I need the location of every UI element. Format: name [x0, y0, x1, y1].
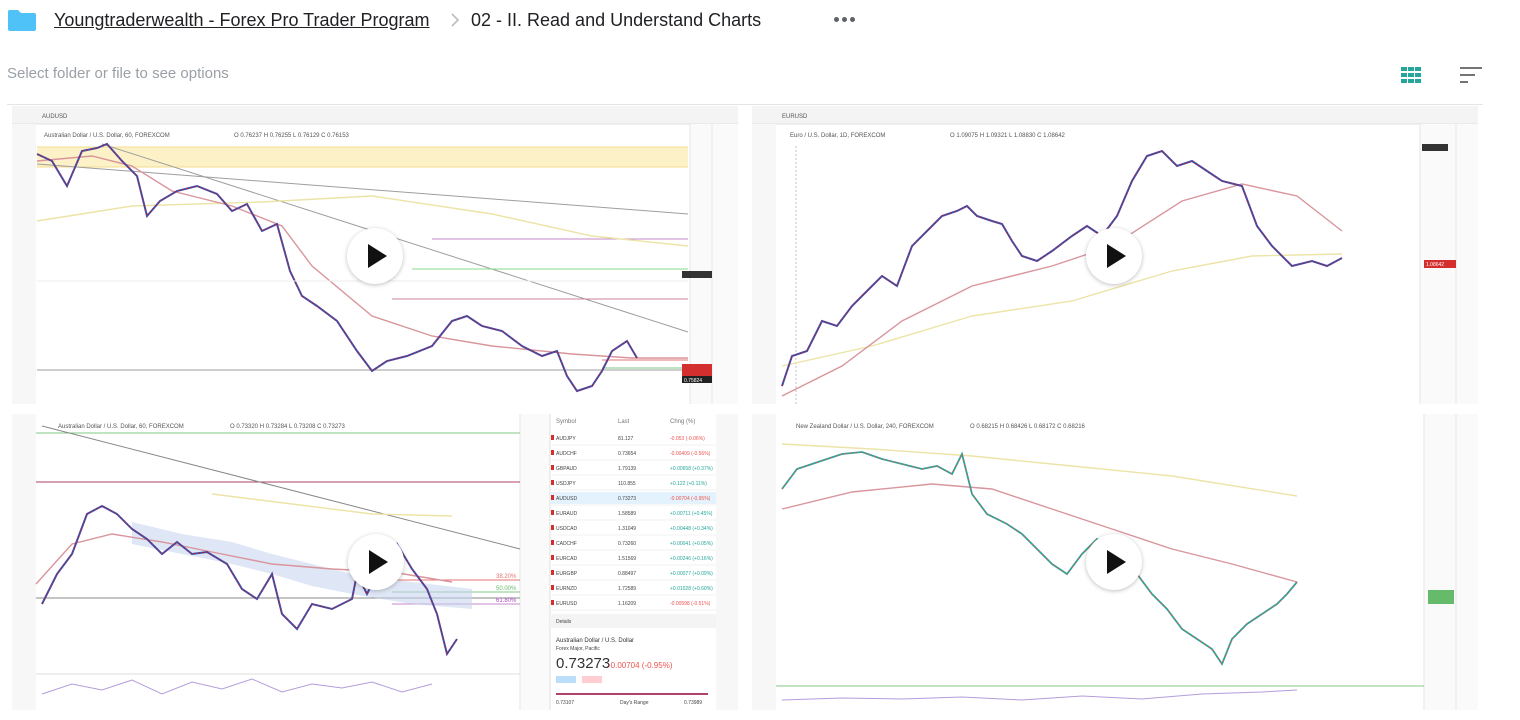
play-button[interactable]: [1086, 534, 1142, 590]
sort-icon: [1460, 67, 1482, 83]
grid-view-button[interactable]: [1399, 64, 1423, 86]
watchlist-change: -0.053 (-0.06%): [670, 436, 705, 442]
play-button[interactable]: [347, 228, 403, 284]
chart-legend: Australian Dollar / U.S. Dollar, 60, FOR…: [44, 133, 170, 139]
chart-ohlc: O 0.68215 H 0.68426 L 0.68172 C 0.68216: [970, 424, 1086, 430]
chart-ohlc: O 0.76237 H 0.76255 L 0.76129 C 0.76153: [234, 133, 350, 139]
watchlist-change: +0.00711 (+0.45%): [670, 511, 713, 517]
details-heading: Details: [556, 619, 572, 625]
play-icon: [368, 244, 387, 268]
breadcrumb-bar: Youngtraderwealth - Forex Pro Trader Pro…: [0, 0, 1520, 40]
watchlist-last: 1.58589: [618, 511, 636, 517]
fib-level-1: 38.20%: [496, 574, 517, 580]
breadcrumb-root-link[interactable]: Youngtraderwealth - Forex Pro Trader Pro…: [54, 8, 430, 32]
last-price-tag: 1.08642: [1426, 262, 1444, 268]
watchlist-header: Chng (%): [670, 419, 695, 425]
flag-icon: [551, 495, 554, 500]
watchlist-symbol: EURAUD: [556, 511, 578, 517]
watchlist-symbol: EURCAD: [556, 556, 578, 562]
watchlist-last: 0.73273: [618, 496, 636, 502]
more-horizontal-icon: [833, 16, 839, 22]
watchlist-symbol: EURNZD: [556, 586, 577, 592]
chart-legend: New Zealand Dollar / U.S. Dollar, 240, F…: [796, 424, 934, 430]
watchlist-last: 1.79139: [618, 466, 636, 472]
chart-ohlc: O 1.09075 H 1.09321 L 1.08830 C 1.08642: [950, 133, 1066, 139]
flag-icon: [551, 480, 554, 485]
watchlist-symbol: EURUSD: [556, 601, 578, 607]
flag-icon: [551, 510, 554, 515]
fib-level-3: 61.80%: [496, 598, 517, 604]
flag-icon: [551, 600, 554, 605]
flag-icon: [551, 540, 554, 545]
fib-level-2: 50.00%: [496, 586, 517, 592]
watchlist-symbol: AUDCHF: [556, 451, 577, 457]
play-button[interactable]: [348, 534, 404, 590]
watchlist-change: +0.01028 (+0.60%): [670, 586, 713, 592]
watchlist-last: 0.73260: [618, 541, 636, 547]
breadcrumb-current: 02 - II. Read and Understand Charts: [471, 10, 762, 30]
watchlist-symbol: USDCAD: [556, 526, 578, 532]
watchlist-symbol: CADCHF: [556, 541, 577, 547]
watchlist-last: 1.51569: [618, 556, 636, 562]
watchlist-header: Symbol: [556, 419, 576, 425]
watchlist-change: -0.00704 (-0.95%): [670, 496, 711, 502]
folder-icon: [8, 10, 36, 31]
watchlist-last: 0.88497: [618, 571, 636, 577]
detail-change: -0.00704 (-0.95%): [608, 661, 673, 670]
divider: [7, 104, 1483, 105]
watchlist-symbol: AUDJPY: [556, 436, 576, 442]
watchlist-change: -0.00598 (-0.51%): [670, 601, 711, 607]
flag-icon: [551, 450, 554, 455]
flag-icon: [551, 525, 554, 530]
day-range-high: 0.73989: [684, 700, 702, 706]
grid-view-icon: [1401, 67, 1421, 83]
chevron-right-icon: [451, 13, 460, 27]
chart-legend: Euro / U.S. Dollar, 1D, FOREXCOM: [790, 133, 885, 139]
video-thumbnail-nzdusd-4h[interactable]: New Zealand Dollar / U.S. Dollar, 240, F…: [752, 414, 1478, 710]
watchlist-change: +0.00077 (+0.09%): [670, 571, 713, 577]
flag-icon: [551, 555, 554, 560]
watchlist-last: 1.31049: [618, 526, 636, 532]
flag-icon: [551, 435, 554, 440]
symbol-label: AUDUSD: [42, 114, 68, 120]
play-icon: [369, 550, 388, 574]
watchlist-symbol: GBPAUD: [556, 466, 577, 472]
watchlist-symbol: AUDUSD: [556, 496, 578, 502]
symbol-label: EURUSD: [782, 114, 808, 120]
watchlist-last: 81.127: [618, 436, 634, 442]
chart-legend: Australian Dollar / U.S. Dollar, 60, FOR…: [58, 424, 184, 430]
detail-category: Forex Major, Pacific: [556, 646, 600, 652]
watchlist-change: -0.00409 (-0.56%): [670, 451, 711, 457]
play-icon: [1107, 244, 1126, 268]
sort-button[interactable]: [1457, 64, 1485, 86]
watchlist-last: 1.16209: [618, 601, 636, 607]
selection-hint: Select folder or file to see options: [7, 65, 229, 82]
play-icon: [1107, 550, 1126, 574]
watchlist-symbol: USDJPY: [556, 481, 576, 487]
video-thumbnail-eurusd-daily[interactable]: EURUSD Euro / U.S. Dollar, 1D, FOREXCOM …: [752, 106, 1478, 404]
day-range-low: 0.73107: [556, 700, 574, 706]
watchlist-last: 110.855: [618, 481, 636, 487]
watchlist-header: Last: [618, 419, 630, 425]
watchlist-change: +0.00658 (+0.37%): [670, 466, 713, 472]
day-range-label: Day's Range: [620, 700, 649, 706]
watchlist-last: 1.72589: [618, 586, 636, 592]
video-thumbnail-audusd-hourly[interactable]: AUDUSD Australian Dollar / U.S. Dollar, …: [12, 106, 738, 404]
watchlist-change: +0.122 (+0.11%): [670, 481, 707, 487]
chart-ohlc: O 0.73320 H 0.73284 L 0.73208 C 0.73273: [230, 424, 346, 430]
last-price-tag: 0.75824: [684, 378, 702, 384]
more-options-button[interactable]: [828, 8, 860, 30]
detail-price: 0.73273: [556, 655, 610, 672]
video-thumbnail-audusd-watchlist[interactable]: Australian Dollar / U.S. Dollar, 60, FOR…: [12, 414, 738, 710]
watchlist-symbol: EURGBP: [556, 571, 578, 577]
detail-instrument: Australian Dollar / U.S. Dollar: [556, 638, 634, 644]
watchlist-change: +0.00246 (+0.16%): [670, 556, 713, 562]
flag-icon: [551, 465, 554, 470]
flag-icon: [551, 585, 554, 590]
flag-icon: [551, 570, 554, 575]
watchlist-change: +0.00041 (+0.05%): [670, 541, 713, 547]
watchlist-change: +0.00448 (+0.34%): [670, 526, 713, 532]
play-button[interactable]: [1086, 228, 1142, 284]
watchlist-last: 0.73654: [618, 451, 636, 457]
